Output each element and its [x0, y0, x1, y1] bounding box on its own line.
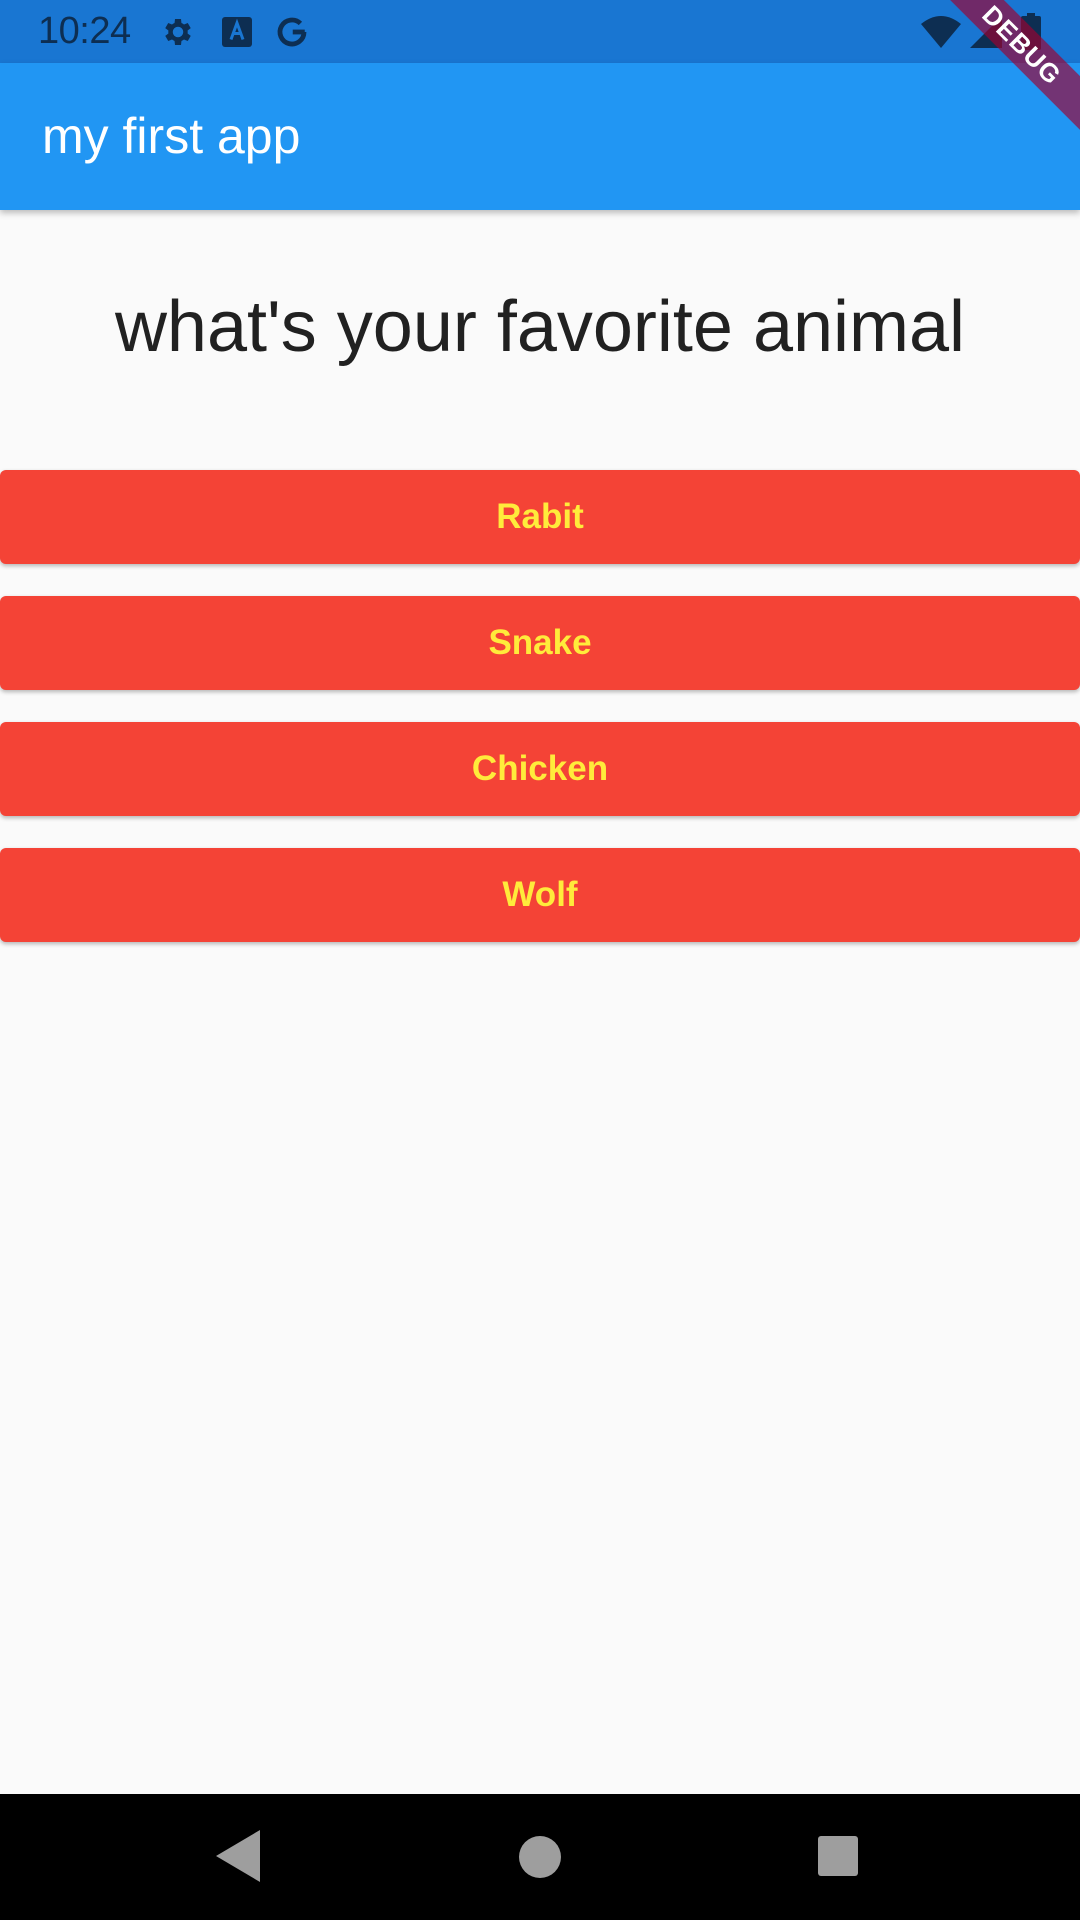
recents-icon[interactable]	[818, 1836, 858, 1876]
answer-list: Rabit Snake Chicken Wolf	[0, 470, 1080, 974]
home-icon[interactable]	[519, 1836, 561, 1878]
status-bar: 10:24	[0, 0, 1080, 63]
answer-button-rabit[interactable]: Rabit	[0, 470, 1080, 564]
wifi-icon	[921, 16, 961, 48]
google-g-icon	[277, 17, 307, 47]
navigation-bar	[0, 1794, 1080, 1920]
gear-icon	[165, 18, 191, 46]
app-bar: my first app	[0, 63, 1080, 210]
status-time: 10:24	[38, 10, 131, 52]
question-text: what's your favorite animal	[114, 287, 966, 367]
back-icon[interactable]	[216, 1830, 260, 1882]
app-title: my first app	[42, 108, 301, 164]
app-screen: 10:24 my first app DEBUG what's your fav…	[0, 0, 1080, 1920]
answer-button-chicken[interactable]: Chicken	[0, 722, 1080, 816]
answer-button-wolf[interactable]: Wolf	[0, 848, 1080, 942]
a-text-icon	[222, 17, 252, 47]
answer-button-snake[interactable]: Snake	[0, 596, 1080, 690]
